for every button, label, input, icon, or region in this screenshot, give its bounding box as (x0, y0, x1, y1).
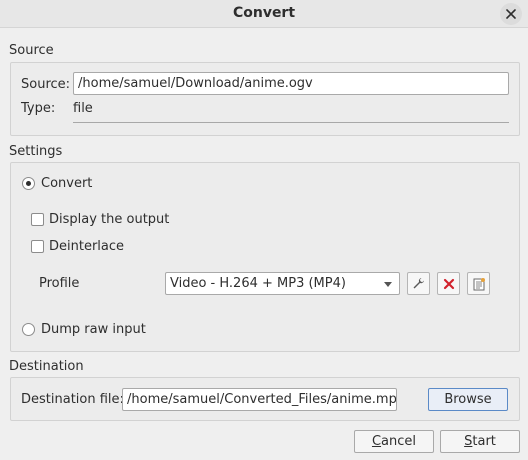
source-section-label: Source (9, 43, 54, 58)
display-output-label[interactable]: Display the output (49, 212, 169, 227)
convert-radio[interactable] (22, 177, 35, 190)
destination-group: Destination file: /home/samuel/Converted… (10, 377, 520, 421)
source-group: Source: /home/samuel/Download/anime.ogv … (10, 62, 520, 136)
profile-label: Profile (39, 276, 80, 291)
dump-raw-radio[interactable] (22, 323, 35, 336)
delete-profile-button[interactable] (437, 272, 460, 295)
display-output-checkbox[interactable] (31, 213, 44, 226)
start-mnemonic: S (464, 434, 473, 449)
edit-profile-button[interactable] (407, 272, 430, 295)
title-bar: Convert (0, 0, 528, 28)
close-icon (506, 9, 516, 19)
close-button[interactable] (500, 3, 522, 25)
destination-section-label: Destination (9, 359, 84, 374)
source-input[interactable]: /home/samuel/Download/anime.ogv (73, 72, 509, 95)
profile-select-value: Video - H.264 + MP3 (MP4) (170, 276, 346, 291)
destination-file-label: Destination file: (21, 392, 124, 407)
new-profile-button[interactable] (467, 272, 490, 295)
chevron-down-icon (384, 282, 392, 287)
cancel-mnemonic: C (371, 434, 382, 449)
convert-dialog: Convert Source Source: /home/samuel/Down… (0, 0, 528, 460)
delete-icon (443, 278, 454, 289)
type-value: file (73, 101, 93, 116)
type-divider (73, 122, 509, 123)
window-title: Convert (232, 5, 296, 21)
source-label: Source: (21, 77, 71, 92)
deinterlace-checkbox[interactable] (31, 240, 44, 253)
new-profile-icon (473, 277, 485, 290)
destination-file-input[interactable]: /home/samuel/Converted_Files/anime.mp4 (122, 388, 397, 411)
start-label: tart (472, 434, 496, 449)
settings-section-label: Settings (9, 144, 63, 159)
wrench-icon (413, 278, 424, 289)
deinterlace-label[interactable]: Deinterlace (49, 239, 124, 254)
browse-button[interactable]: Browse (428, 388, 508, 411)
convert-radio-label[interactable]: Convert (41, 176, 92, 191)
start-button[interactable]: Start (440, 430, 520, 453)
type-label: Type: (21, 101, 56, 116)
profile-select[interactable]: Video - H.264 + MP3 (MP4) (165, 272, 400, 295)
settings-group: Convert Display the output Deinterlace P… (10, 162, 520, 352)
cancel-label: ancel (381, 434, 417, 449)
cancel-button[interactable]: Cancel (354, 430, 434, 453)
dump-raw-label[interactable]: Dump raw input (41, 322, 146, 337)
